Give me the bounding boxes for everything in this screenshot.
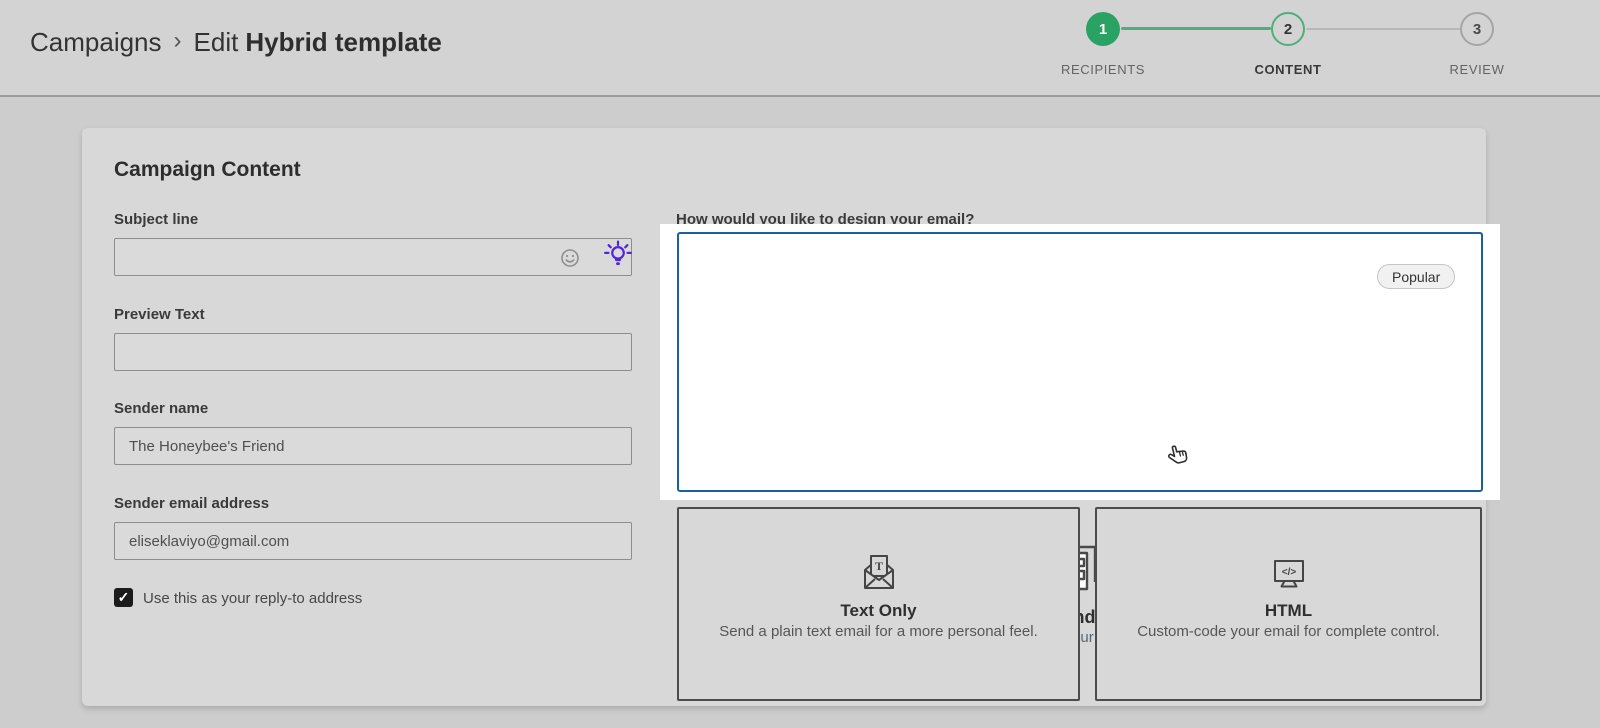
html-code-monitor-icon: </> [1267,551,1311,595]
emoji-picker-icon[interactable] [560,248,580,268]
option-card-text-only[interactable]: T Text Only Send a plain text email for … [677,507,1080,701]
sender-name-label: Sender name [114,400,208,417]
preview-text-input[interactable] [114,333,632,371]
breadcrumb: Campaigns › Edit Hybrid template [30,27,442,58]
panel-title: Campaign Content [114,158,301,182]
sender-email-input[interactable] [114,522,632,560]
breadcrumb-action: Edit [194,27,239,58]
subject-line-label: Subject line [114,211,198,228]
preview-text-label: Preview Text [114,306,205,323]
svg-text:T: T [874,559,882,573]
option-description: Custom-code your email for complete cont… [1115,623,1462,641]
step-recipients-label: RECIPIENTS [1061,62,1145,77]
sender-name-input[interactable] [114,427,632,465]
step-content-label: CONTENT [1254,62,1321,77]
sender-email-label: Sender email address [114,495,269,512]
header: Campaigns › Edit Hybrid template 1 2 3 R… [0,0,1600,97]
option-title: HTML [1097,601,1480,621]
reply-to-checkbox-label: Use this as your reply-to address [143,590,362,607]
step-recipients-circle[interactable]: 1 [1086,12,1120,46]
stepper-connector-complete [1121,27,1271,30]
option-card-drag-and-drop[interactable]: Drag and Drop Create an email using our … [677,232,1483,492]
text-only-envelope-icon: T [857,551,901,595]
step-content-circle[interactable]: 2 [1271,12,1305,46]
stepper-connector-upcoming [1306,28,1460,30]
popular-badge: Popular [1377,264,1455,289]
hand-pointer-cursor-icon [1164,440,1194,472]
reply-to-checkbox[interactable]: ✓ [114,588,133,607]
campaign-editor-page: Campaigns › Edit Hybrid template 1 2 3 R… [0,0,1600,728]
chevron-right-icon: › [162,27,194,55]
option-description: Send a plain text email for a more perso… [697,623,1060,641]
option-title: Text Only [679,601,1078,621]
svg-text:</>: </> [1281,567,1296,578]
idea-lightbulb-icon[interactable] [602,239,634,271]
step-review-circle[interactable]: 3 [1460,12,1494,46]
option-card-html[interactable]: </> HTML Custom-code your email for comp… [1095,507,1482,701]
subject-line-input[interactable] [114,238,632,276]
breadcrumb-campaigns-link[interactable]: Campaigns [30,27,162,58]
step-review-label: REVIEW [1450,62,1505,77]
page-title: Hybrid template [245,27,442,58]
